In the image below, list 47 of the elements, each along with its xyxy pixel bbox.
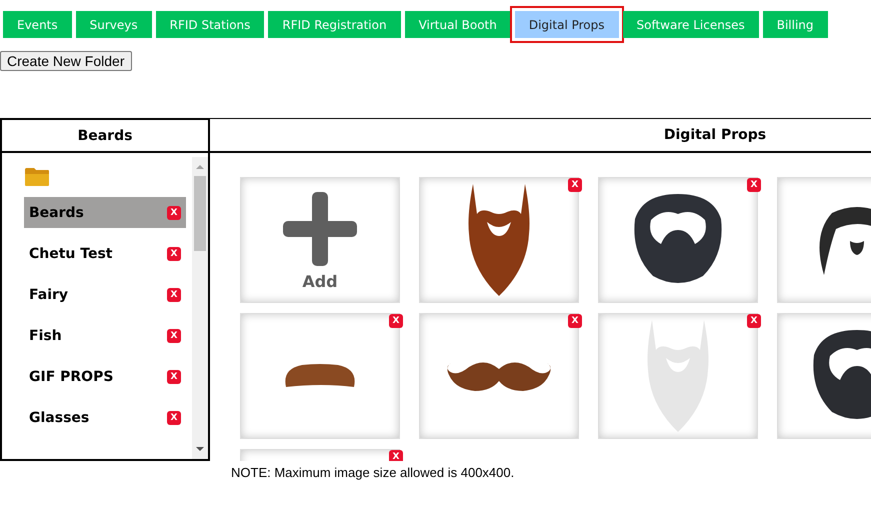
folder-label: GIF PROPS [29, 368, 114, 384]
delete-button[interactable]: X [568, 314, 582, 328]
folder-icon[interactable] [24, 167, 50, 187]
create-folder-button[interactable]: Create New Folder [0, 51, 132, 71]
delete-button[interactable]: X [167, 206, 181, 220]
folder-label: Chetu Test [29, 246, 112, 262]
prop-tile[interactable]: X [240, 313, 400, 439]
column-heading: Beards [2, 120, 208, 153]
folder-label: Beards [29, 204, 84, 220]
delete-button[interactable]: X [389, 450, 403, 461]
delete-button[interactable]: X [167, 370, 181, 384]
nav-tab[interactable]: Events [3, 11, 72, 38]
delete-button[interactable]: X [568, 178, 582, 192]
prop-tile[interactable]: X [419, 313, 579, 439]
delete-button[interactable]: X [167, 288, 181, 302]
folder-item[interactable]: Chetu Test X [24, 238, 186, 269]
prop-tile[interactable]: X [419, 177, 579, 303]
add-label: Add [302, 272, 338, 290]
prop-tile[interactable]: X [240, 449, 400, 461]
delete-button[interactable]: X [167, 328, 181, 342]
folder-item[interactable]: Beards X [24, 197, 186, 228]
column-heading: Digital Props [210, 119, 871, 153]
folder-label: Fairy [29, 286, 68, 302]
delete-button[interactable]: X [389, 314, 403, 328]
nav-tab[interactable]: Virtual Booth [404, 11, 511, 38]
plus-icon [283, 192, 357, 266]
folder-label: Glasses [29, 410, 90, 426]
prop-tile[interactable]: Add [240, 177, 400, 303]
folder-item[interactable]: Fish X [24, 320, 186, 351]
delete-button[interactable]: X [167, 246, 181, 260]
delete-button[interactable]: X [747, 178, 761, 192]
nav-tab[interactable]: Digital Props [514, 11, 618, 38]
scrollbar[interactable] [192, 157, 208, 459]
delete-button[interactable]: X [167, 410, 181, 424]
nav-tab[interactable]: RFID Registration [268, 11, 401, 38]
nav-tab[interactable]: Surveys [76, 11, 152, 38]
folder-item[interactable]: Glasses X [24, 402, 186, 433]
nav-tab[interactable]: Billing [762, 11, 828, 38]
prop-tile[interactable]: X [598, 177, 758, 303]
folder-item[interactable]: Fairy X [24, 279, 186, 310]
nav-tab[interactable]: RFID Stations [156, 11, 264, 38]
note-text: NOTE: Maximum image size allowed is 400x400. [230, 464, 516, 480]
delete-button[interactable]: X [747, 314, 761, 328]
nav-tab[interactable]: Software Licenses [622, 11, 759, 38]
prop-tile[interactable]: X [598, 313, 758, 439]
folder-item[interactable]: GIF PROPS X [24, 361, 186, 392]
folder-label: Fish [29, 328, 62, 344]
